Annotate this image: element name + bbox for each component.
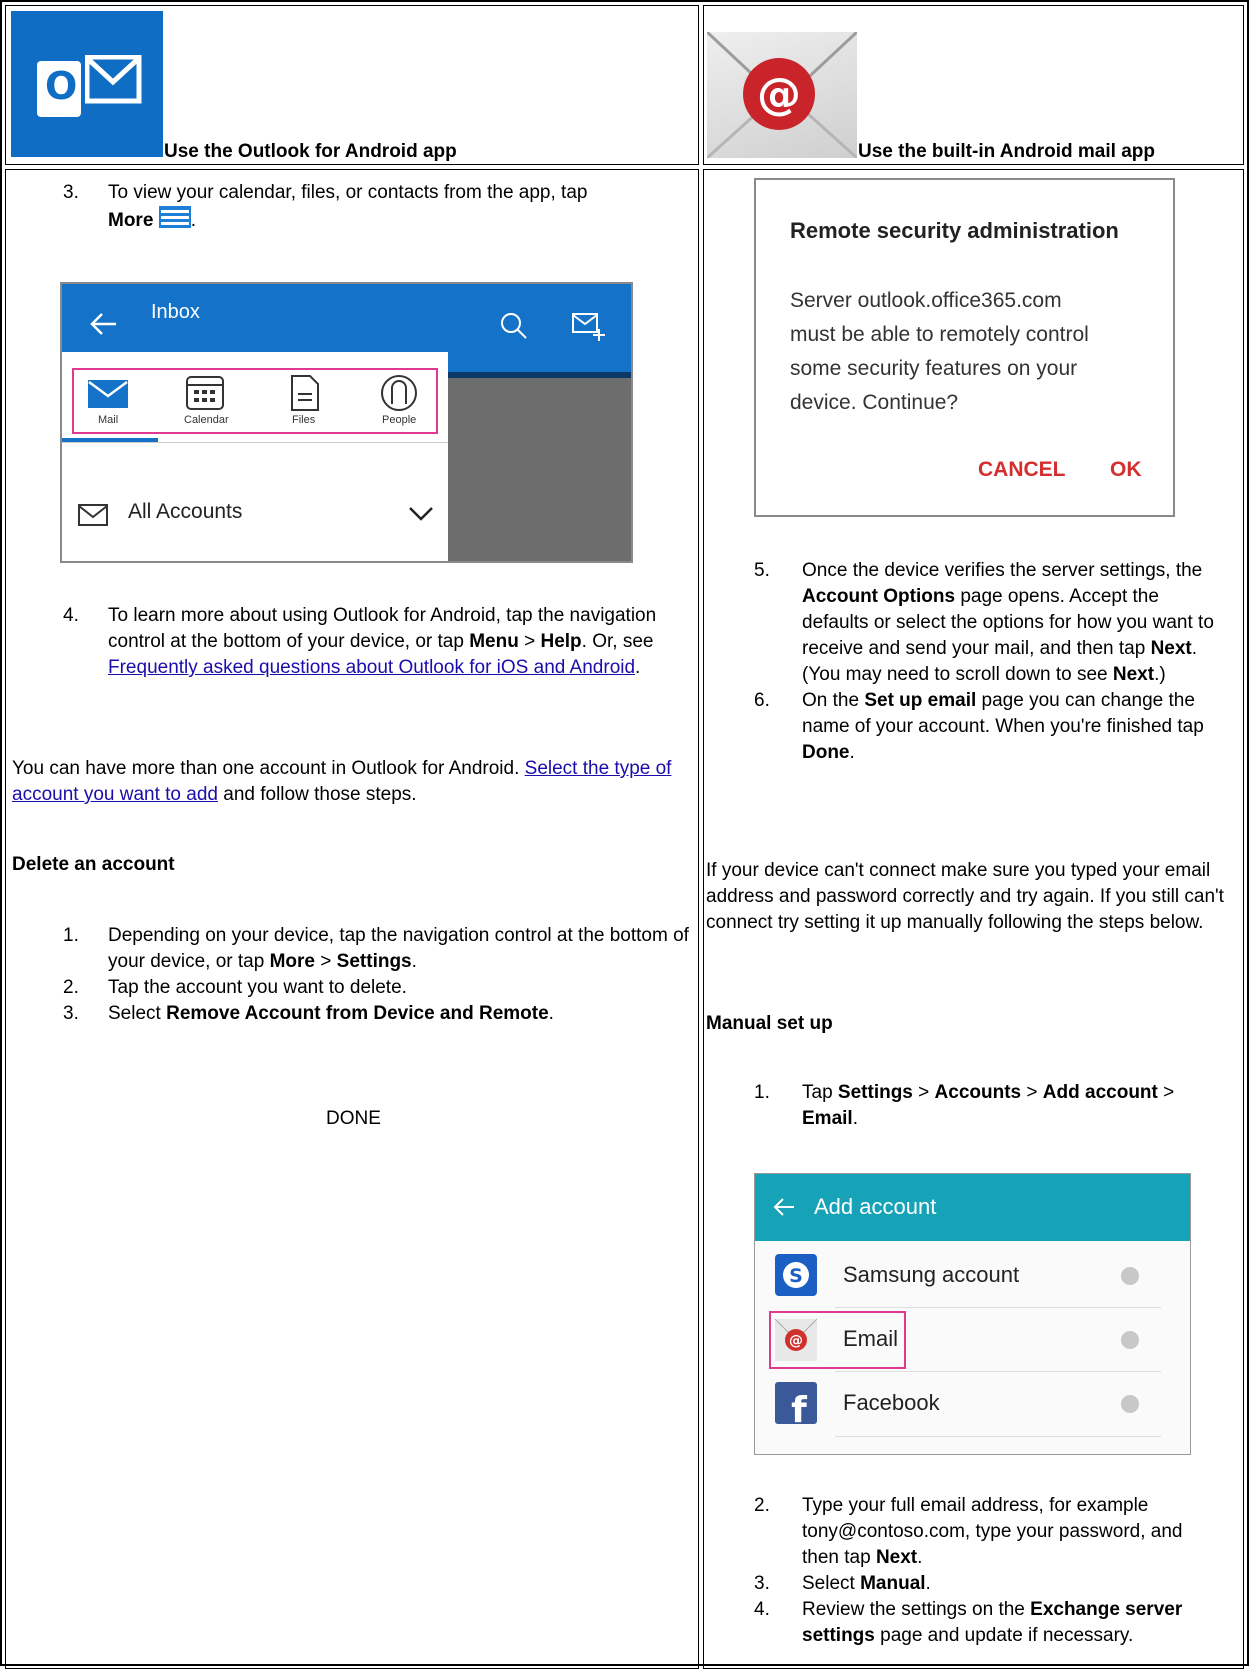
- add-account-title: Add account: [814, 1194, 937, 1219]
- samsung-account-icon: S: [775, 1254, 817, 1302]
- outlook-app-caption: Use the Outlook for Android app: [164, 141, 457, 162]
- search-icon: [500, 312, 528, 346]
- list-item-delete-1: 1. Depending on your device, tap the nav…: [63, 925, 689, 972]
- radio-icon: [1121, 1267, 1139, 1285]
- chevron-down-icon: [408, 506, 434, 528]
- list-item-step-6: 6. On the Set up email page you can chan…: [754, 690, 1204, 763]
- android-mail-caption: Use the built-in Android mail app: [858, 141, 1155, 162]
- dialog-ok-button: OK: [1110, 458, 1142, 481]
- list-item-step-5: 5. Once the device verifies the server s…: [754, 560, 1214, 685]
- manual-setup-heading: Manual set up: [706, 1013, 833, 1034]
- done-label: DONE: [326, 1108, 381, 1129]
- email-label: Email: [843, 1326, 899, 1351]
- multiple-accounts-paragraph: You can have more than one account in Ou…: [12, 758, 672, 805]
- facebook-label: Facebook: [843, 1390, 940, 1415]
- dialog-title: Remote security administration: [790, 218, 1119, 243]
- samsung-account-label: Samsung account: [843, 1262, 1020, 1287]
- svg-text:f: f: [791, 1390, 807, 1424]
- faq-link[interactable]: Frequently asked questions about Outlook…: [108, 657, 635, 678]
- hamburger-menu-icon: [158, 206, 191, 236]
- back-arrow-icon: [90, 312, 118, 342]
- list-item-manual-1: 1. Tap Settings > Accounts > Add account…: [754, 1082, 1175, 1129]
- files-tab-icon: [290, 374, 320, 418]
- outlook-inbox-screenshot: Inbox Mail Calendar Files People All Acc…: [60, 282, 633, 563]
- add-account-screenshot: Add account S Samsung account @ Email f …: [754, 1173, 1191, 1455]
- svg-text:S: S: [789, 1265, 803, 1287]
- dialog-cancel-button: CANCEL: [978, 458, 1066, 481]
- inbox-title: Inbox: [151, 301, 200, 323]
- list-item-delete-3: 3. Select Remove Account from Device and…: [63, 1003, 554, 1024]
- list-item-manual-2: 2. Type your full email address, for exa…: [754, 1495, 1183, 1568]
- tab-calendar: Calendar: [184, 414, 229, 426]
- people-tab-icon: [380, 374, 418, 418]
- tab-mail: Mail: [98, 414, 119, 426]
- delete-account-heading: Delete an account: [12, 854, 175, 875]
- radio-icon: [1121, 1331, 1139, 1349]
- list-item-step-4: 4. To learn more about using Outlook for…: [63, 605, 657, 678]
- all-accounts-label: All Accounts: [128, 500, 243, 523]
- list-item-manual-3: 3. Select Manual.: [754, 1573, 931, 1594]
- outlook-logo-icon: O: [11, 11, 163, 157]
- tab-people: People: [382, 414, 417, 426]
- back-arrow-icon: [773, 1198, 795, 1222]
- cant-connect-paragraph: If your device can't connect make sure y…: [706, 860, 1224, 933]
- remote-security-dialog-screenshot: Remote security administration Server ou…: [754, 178, 1175, 517]
- email-app-icon: @: [774, 1318, 818, 1367]
- list-item-delete-2: 2. Tap the account you want to delete.: [63, 977, 407, 998]
- dialog-body: Server outlook.office365.com must be abl…: [790, 289, 1089, 414]
- calendar-tab-icon: [186, 376, 224, 416]
- svg-text:@: @: [757, 69, 801, 120]
- radio-icon: [1121, 1395, 1139, 1413]
- svg-text:@: @: [789, 1333, 803, 1349]
- envelope-icon: [78, 504, 108, 532]
- compose-mail-icon: [572, 312, 606, 348]
- tab-files: Files: [292, 414, 316, 426]
- mail-tab-icon: [88, 380, 128, 414]
- facebook-icon: f: [775, 1382, 817, 1431]
- list-item-manual-4: 4. Review the settings on the Exchange s…: [754, 1599, 1183, 1646]
- list-item-step-3: 3. To view your calendar, files, or cont…: [63, 180, 683, 236]
- android-mail-icon: @: [705, 30, 859, 160]
